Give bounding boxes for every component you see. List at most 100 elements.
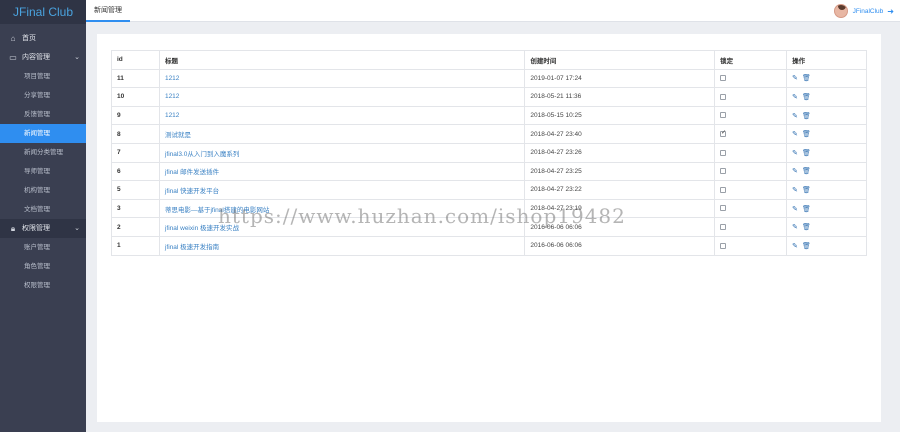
news-title-link[interactable]: jfinal 邮件发送插件: [165, 169, 219, 176]
delete-icon[interactable]: 🗑︎: [802, 150, 811, 157]
delete-icon[interactable]: 🗑︎: [802, 94, 811, 101]
lock-checkbox[interactable]: [720, 129, 726, 137]
lock-checkbox[interactable]: [720, 223, 727, 230]
username[interactable]: JFinalClub: [853, 8, 884, 15]
sidebar-item-doc[interactable]: 文档管理: [0, 200, 86, 219]
delete-icon[interactable]: 🗑︎: [802, 113, 811, 120]
delete-icon[interactable]: 🗑︎: [802, 131, 811, 138]
lock-checkbox[interactable]: [720, 186, 727, 193]
table-row: 9 1212 2018-05-15 10:25 ✎ 🗑︎: [111, 105, 867, 126]
delete-icon[interactable]: 🗑︎: [802, 168, 811, 175]
edit-icon[interactable]: ✎: [792, 75, 798, 82]
sidebar-item-news[interactable]: 新闻管理: [0, 124, 86, 143]
cell-title: jfinal 快速开发平台: [158, 180, 526, 200]
cell-id: 3: [111, 198, 160, 219]
lock-icon: 🔒︎: [10, 224, 16, 233]
cell-id: 8: [111, 124, 160, 144]
sidebar-item-org[interactable]: 机构管理: [0, 181, 86, 200]
news-title-link[interactable]: jfinal 极速开发指南: [165, 244, 219, 251]
home-icon: ⌂: [10, 34, 16, 43]
sidebar-nav: ⌂ 首页 ▭ 内容管理 ⌄ 项目管理 分享管理 反馈管理 新闻管理 新闻分类管理…: [0, 29, 86, 295]
sidebar-item-project[interactable]: 项目管理: [0, 67, 86, 86]
edit-icon[interactable]: ✎: [792, 187, 798, 194]
cell-title: jfinal 极速开发指南: [158, 235, 526, 256]
chevron-down-icon: ⌄: [74, 54, 80, 61]
cell-locked: [714, 68, 788, 89]
table-row: 7 jfinal3.0从入门到入魔系列 2018-04-27 23:26 ✎ 🗑︎: [111, 142, 867, 163]
tab-news[interactable]: 新闻管理: [86, 0, 130, 22]
cell-created: 2016-06-06 06:06: [524, 235, 716, 256]
cell-created: 2019-01-07 17:24: [524, 68, 716, 89]
news-title-link[interactable]: jfinal3.0从入门到入魔系列: [165, 151, 239, 158]
sidebar-item-permission[interactable]: 权限管理: [0, 276, 86, 295]
lock-checkbox[interactable]: [720, 205, 727, 212]
cell-title: 1212: [158, 87, 526, 107]
edit-icon[interactable]: ✎: [792, 113, 798, 120]
sidebar-item-account[interactable]: 账户管理: [0, 238, 86, 257]
news-title-link[interactable]: 1212: [165, 112, 179, 119]
brand-logo[interactable]: JFinal Club: [0, 0, 86, 24]
news-title-link[interactable]: 测试就是: [165, 132, 191, 139]
lock-checkbox[interactable]: [720, 149, 727, 156]
sidebar: JFinal Club ⌂ 首页 ▭ 内容管理 ⌄ 项目管理 分享管理 反馈管理…: [0, 0, 86, 432]
edit-icon[interactable]: ✎: [792, 206, 798, 213]
edit-icon[interactable]: ✎: [792, 94, 798, 101]
delete-icon[interactable]: 🗑︎: [802, 206, 811, 213]
edit-icon[interactable]: ✎: [792, 131, 798, 138]
cell-actions: ✎ 🗑︎: [786, 142, 867, 163]
cell-locked: [714, 235, 788, 256]
news-title-link[interactable]: jfinal 快速开发平台: [165, 188, 219, 195]
sidebar-group-content[interactable]: ▭ 内容管理 ⌄: [0, 48, 86, 67]
sidebar-item-mentor[interactable]: 导师管理: [0, 162, 86, 181]
edit-icon[interactable]: ✎: [792, 243, 798, 250]
news-title-link[interactable]: 1212: [165, 75, 179, 82]
cell-locked: [714, 142, 788, 163]
table-row: 1 jfinal 极速开发指南 2016-06-06 06:06 ✎ 🗑︎: [111, 235, 867, 256]
cell-title: 1212: [158, 68, 526, 89]
edit-icon[interactable]: ✎: [792, 150, 798, 157]
table-row: 5 jfinal 快速开发平台 2018-04-27 23:22 ✎ 🗑︎: [111, 180, 867, 200]
chevron-down-icon: ⌄: [74, 225, 80, 232]
delete-icon[interactable]: 🗑︎: [802, 224, 811, 231]
cell-locked: [714, 87, 788, 107]
lock-checkbox[interactable]: [720, 75, 727, 82]
column-header-created: 创建时间: [524, 50, 716, 70]
lock-checkbox[interactable]: [720, 168, 727, 175]
cell-id: 6: [111, 161, 160, 182]
watermark: https://www.huzhan.com/ishop19482: [218, 204, 626, 228]
sidebar-item-share[interactable]: 分享管理: [0, 86, 86, 105]
cell-created: 2018-05-15 10:25: [524, 105, 716, 126]
lock-checkbox[interactable]: [720, 112, 727, 119]
cell-created: 2018-04-27 23:25: [524, 161, 716, 182]
sidebar-item-role[interactable]: 角色管理: [0, 257, 86, 276]
sidebar-item-news-category[interactable]: 新闻分类管理: [0, 143, 86, 162]
avatar[interactable]: [833, 4, 848, 18]
logout-icon[interactable]: ➜: [887, 7, 894, 16]
sidebar-item-label: 首页: [22, 35, 36, 42]
cell-id: 2: [111, 217, 160, 237]
edit-icon[interactable]: ✎: [792, 224, 798, 231]
cell-actions: ✎ 🗑︎: [786, 198, 867, 219]
cell-actions: ✎ 🗑︎: [786, 124, 867, 144]
cell-actions: ✎ 🗑︎: [786, 235, 867, 256]
document-icon: ▭: [9, 53, 17, 62]
table-header-row: id 标题 创建时间 锁定 操作: [111, 50, 867, 70]
sidebar-item-feedback[interactable]: 反馈管理: [0, 105, 86, 124]
edit-icon[interactable]: ✎: [792, 168, 798, 175]
cell-locked: [714, 180, 788, 200]
cell-id: 5: [111, 180, 160, 200]
cell-id: 7: [111, 142, 160, 163]
content-panel: id 标题 创建时间 锁定 操作 11 1212 2019-01-07 17:24 ✎…: [97, 34, 881, 422]
delete-icon[interactable]: 🗑︎: [802, 75, 811, 82]
cell-id: 11: [111, 68, 160, 89]
delete-icon[interactable]: 🗑︎: [802, 187, 811, 194]
column-header-id: id: [111, 50, 160, 70]
sidebar-item-home[interactable]: ⌂ 首页: [0, 29, 86, 48]
delete-icon[interactable]: 🗑︎: [802, 243, 811, 250]
user-menu[interactable]: JFinalClub ➜: [833, 2, 894, 20]
lock-checkbox[interactable]: [720, 242, 727, 249]
news-title-link[interactable]: 1212: [165, 93, 179, 100]
lock-checkbox[interactable]: [720, 93, 727, 100]
cell-title: jfinal3.0从入门到入魔系列: [158, 142, 526, 163]
sidebar-group-permission[interactable]: 🔒︎ 权限管理 ⌄: [0, 219, 86, 238]
